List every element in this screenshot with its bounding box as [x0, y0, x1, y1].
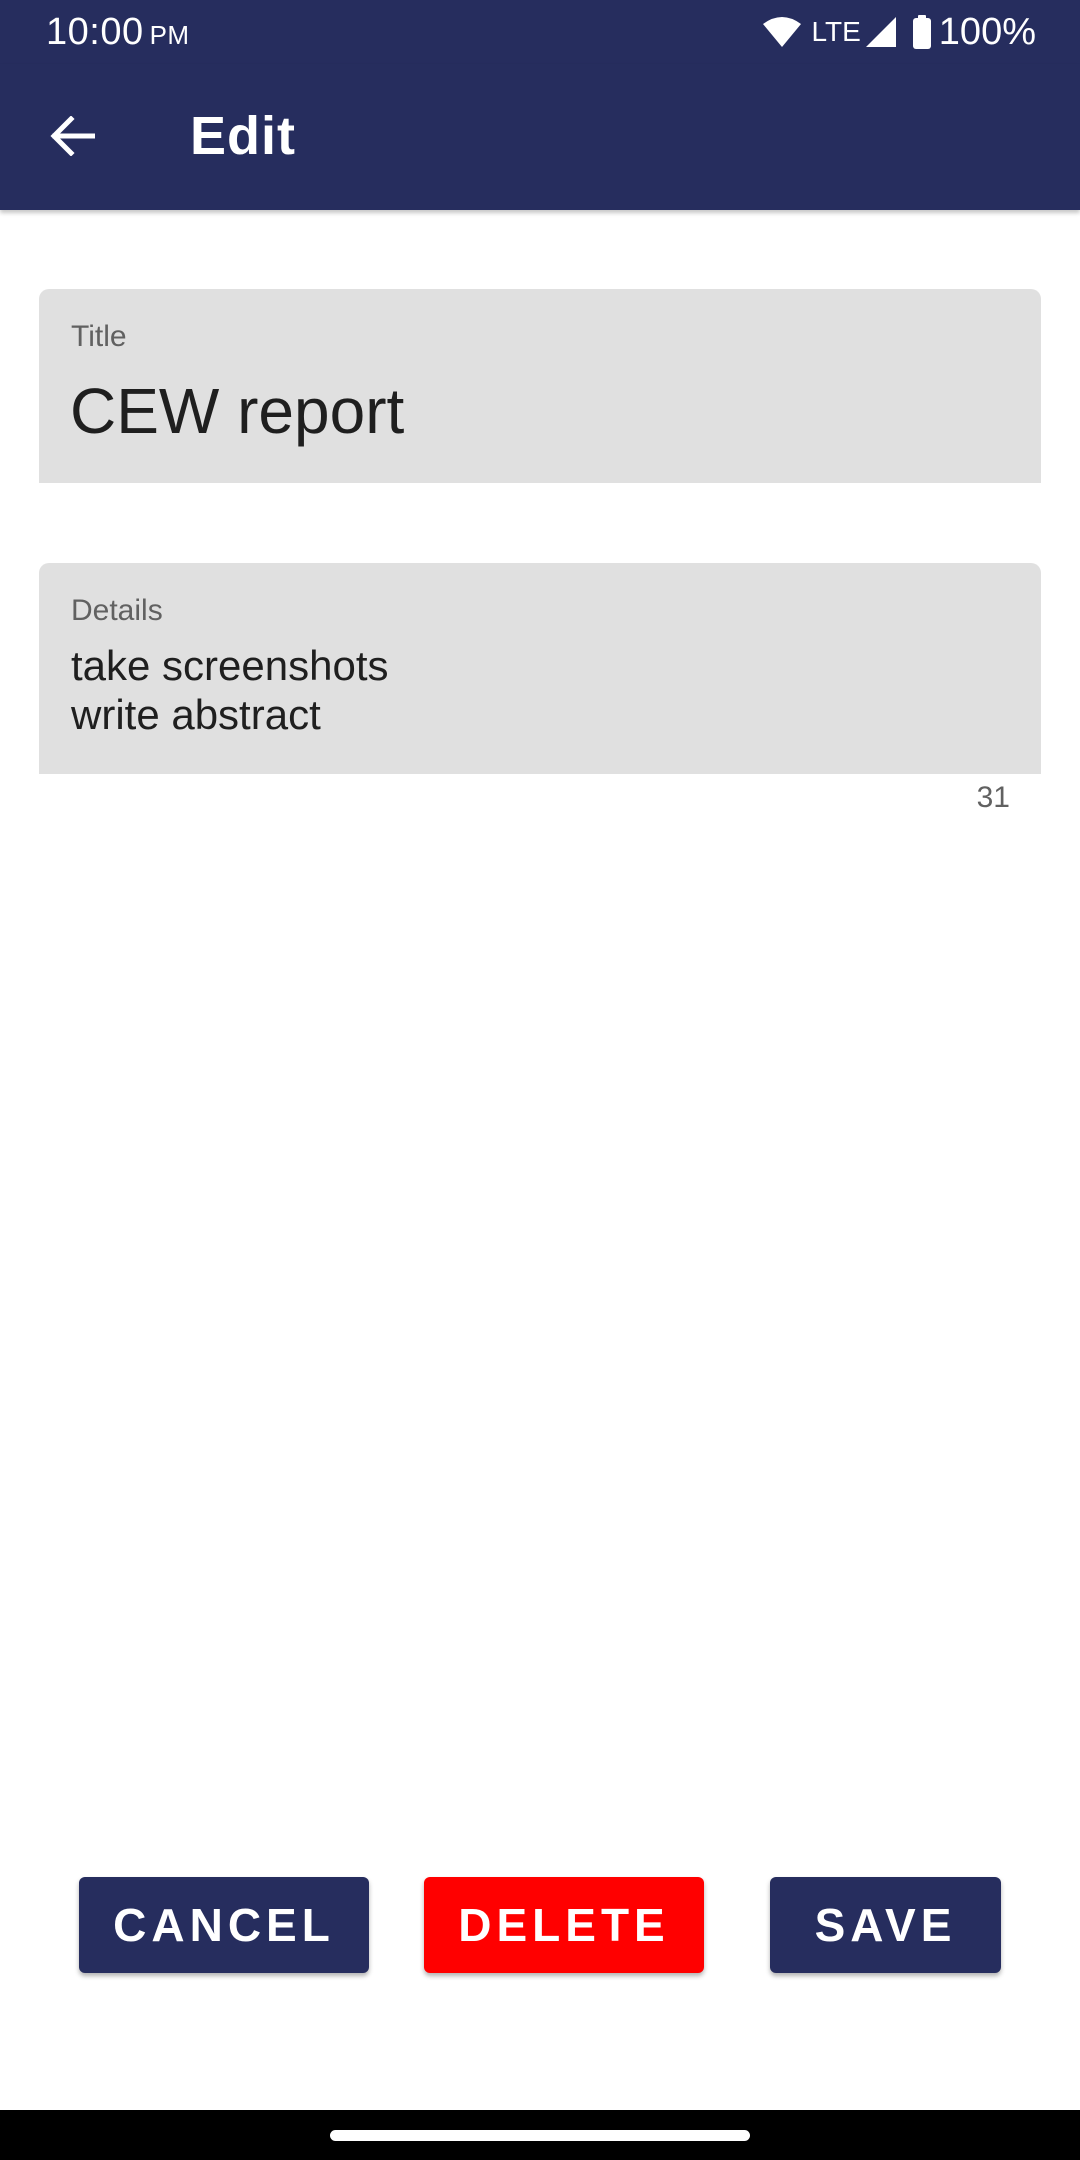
details-line: take screenshots — [71, 642, 389, 689]
save-button[interactable]: SAVE — [770, 1877, 1001, 1973]
character-counter: 31 — [976, 781, 1010, 814]
wifi-icon — [762, 16, 802, 48]
delete-button[interactable]: DELETE — [424, 1877, 704, 1973]
page-title: Edit — [190, 106, 296, 166]
details-field[interactable]: Details take screenshots write abstract — [39, 563, 1041, 774]
edit-screen: 10:00 PM LTE 100% Edit Title CEW report … — [0, 0, 1080, 2160]
status-clock: 10:00 — [46, 11, 144, 53]
details-field-label: Details — [71, 594, 163, 627]
back-button[interactable] — [30, 100, 114, 176]
network-type: LTE — [811, 16, 861, 47]
status-bar: 10:00 PM LTE 100% — [0, 0, 1080, 64]
arrow-back-icon — [49, 114, 96, 161]
title-field[interactable]: Title CEW report — [39, 289, 1041, 483]
battery-icon — [912, 15, 931, 49]
system-nav-bar — [0, 2110, 1080, 2160]
cancel-button[interactable]: CANCEL — [79, 1877, 369, 1973]
title-field-label: Title — [71, 320, 127, 353]
home-gesture-handle[interactable] — [330, 2130, 750, 2141]
cell-signal-icon — [865, 16, 897, 48]
details-field-value[interactable]: take screenshots write abstract — [71, 641, 389, 739]
title-field-value[interactable]: CEW report — [70, 373, 404, 449]
status-icons: LTE 100% — [762, 10, 1036, 54]
app-bar: Edit — [0, 64, 1080, 210]
status-time: 10:00 PM — [46, 10, 190, 57]
status-ampm: PM — [149, 20, 190, 50]
details-line: write abstract — [71, 691, 321, 738]
battery-percent: 100% — [938, 11, 1036, 53]
